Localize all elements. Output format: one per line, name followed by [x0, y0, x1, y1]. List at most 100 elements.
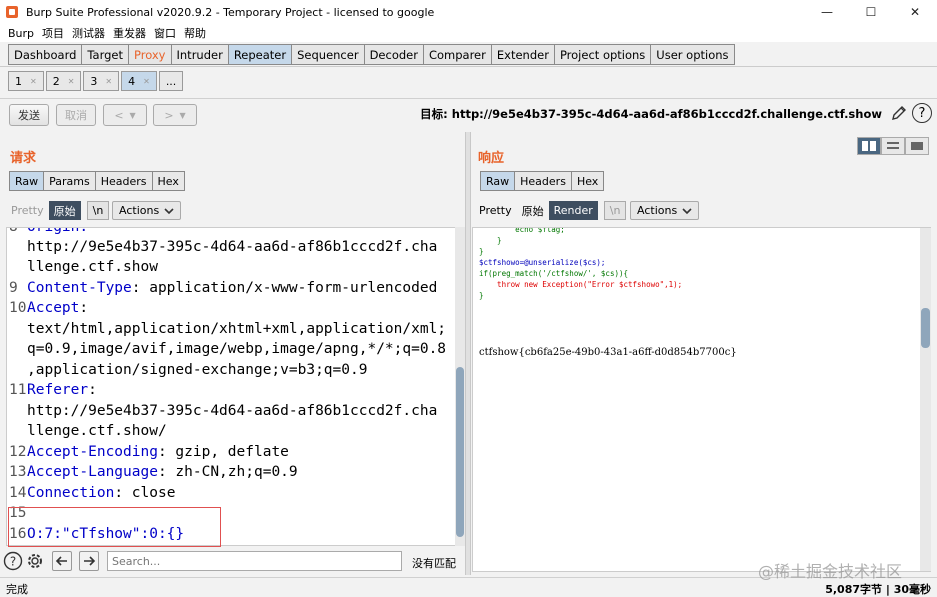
header-value: : zh-CN,zh;q=0.9 — [157, 464, 298, 480]
actions-label: Actions — [119, 204, 160, 217]
tab-extender[interactable]: Extender — [490, 44, 554, 65]
request-actions-dropdown[interactable]: Actions — [112, 201, 182, 220]
help-icon[interactable]: ? — [912, 103, 932, 123]
close-button[interactable]: ✕ — [893, 0, 937, 24]
scrollbar-thumb[interactable] — [456, 367, 464, 537]
tab-dashboard[interactable]: Dashboard — [8, 44, 82, 65]
menu-burp[interactable]: Burp — [8, 27, 34, 40]
request-editor[interactable]: 8 Origin: http://9e5e4b37-395c-4d64-aa6d-… — [6, 227, 456, 546]
request-scrollbar[interactable] — [455, 227, 465, 546]
repeater-tab-1[interactable]: 1 ✕ — [8, 71, 44, 91]
pretty-toggle[interactable]: Pretty — [6, 201, 49, 220]
close-tab-icon[interactable]: ✕ — [30, 77, 37, 86]
header-value: llenge.ctf.show — [27, 259, 158, 275]
edit-target-icon[interactable] — [890, 104, 908, 122]
repeater-tab-new[interactable]: ... — [158, 71, 184, 91]
forward-arrow-icon: > — [164, 108, 174, 122]
tabs-layout-icon[interactable] — [905, 137, 929, 155]
response-scrollbar[interactable] — [920, 228, 931, 571]
line-number: 13 — [9, 464, 27, 480]
response-tabs: Raw Headers Hex — [480, 171, 605, 191]
repeater-tab-4[interactable]: 4 ✕ — [121, 71, 157, 91]
menu-project[interactable]: 项目 — [42, 25, 64, 41]
line-number: 10 — [9, 300, 27, 316]
header-value: : close — [114, 485, 176, 501]
header-name: Origin: — [27, 227, 89, 235]
forward-button[interactable]: > ▼ — [153, 104, 197, 126]
request-line: q=0.9,image/avif,image/webp,image/apng,*… — [7, 339, 446, 360]
request-view-modes: Pretty 原始 \n — [6, 201, 110, 220]
response-render-view[interactable]: echo $flag; } } $ctfshowo=@unserialize($… — [472, 227, 931, 572]
top-bottom-layout-icon[interactable] — [881, 137, 905, 155]
request-line: 10Accept: — [7, 298, 88, 319]
scrollbar-thumb[interactable] — [921, 308, 930, 348]
previous-match-button[interactable] — [52, 551, 72, 571]
tab-intruder[interactable]: Intruder — [170, 44, 228, 65]
tab-user-options[interactable]: User options — [650, 44, 735, 65]
header-value: http://9e5e4b37-395c-4d64-aa6d-af86b1ccc… — [27, 239, 438, 255]
gear-icon[interactable] — [25, 551, 45, 571]
request-line: 11Referer: — [7, 380, 97, 401]
newline-toggle[interactable]: \n — [86, 201, 110, 220]
close-tab-icon[interactable]: ✕ — [143, 77, 150, 86]
search-input[interactable] — [107, 551, 402, 571]
highlight-box — [8, 507, 221, 547]
newline-toggle[interactable]: \n — [603, 201, 627, 220]
menu-help[interactable]: 帮助 — [184, 25, 206, 41]
raw-toggle[interactable]: 原始 — [48, 201, 81, 220]
back-button[interactable]: < ▼ — [103, 104, 147, 126]
tab-decoder[interactable]: Decoder — [363, 44, 423, 65]
side-by-side-layout-icon[interactable] — [857, 137, 881, 155]
repeater-tab-3[interactable]: 3 ✕ — [83, 71, 120, 91]
close-tab-icon[interactable]: ✕ — [68, 77, 75, 86]
tab-repeater[interactable]: Repeater — [227, 44, 292, 65]
close-tab-icon[interactable]: ✕ — [105, 77, 112, 86]
header-name: Accept — [27, 300, 80, 316]
menu-window[interactable]: 窗口 — [154, 25, 176, 41]
response-tab-raw[interactable]: Raw — [480, 171, 515, 191]
split-pane-divider[interactable] — [465, 132, 471, 575]
burp-logo-icon — [6, 6, 18, 18]
flag-output: ctfshow{cb6fa25e-49b0-43a1-a6ff-d0d854b7… — [479, 347, 737, 358]
tab-project-options[interactable]: Project options — [553, 44, 651, 65]
next-match-button[interactable] — [79, 551, 99, 571]
cancel-button[interactable]: 取消 — [56, 104, 96, 126]
svg-text:?: ? — [10, 555, 16, 569]
help-circle-icon[interactable]: ? — [3, 551, 23, 571]
code-line: if(preg_match('/ctfshow/', $cs)){ — [479, 269, 629, 278]
request-tab-params[interactable]: Params — [43, 171, 95, 191]
response-tab-hex[interactable]: Hex — [570, 171, 605, 191]
actions-label: Actions — [637, 204, 678, 217]
request-tab-headers[interactable]: Headers — [94, 171, 152, 191]
tab-sequencer[interactable]: Sequencer — [291, 44, 364, 65]
response-actions-dropdown[interactable]: Actions — [630, 201, 700, 220]
watermark: @稀土掘金技术社区 — [758, 562, 903, 581]
send-button[interactable]: 发送 — [9, 104, 49, 126]
repeater-tab-2[interactable]: 2 ✕ — [45, 71, 82, 91]
header-value: q=0.9,image/avif,image/webp,image/apng,*… — [27, 341, 447, 357]
maximize-button[interactable]: ☐ — [849, 0, 893, 24]
menu-repeater[interactable]: 重发器 — [113, 25, 146, 41]
line-number: 12 — [9, 444, 27, 460]
tab-comparer[interactable]: Comparer — [422, 44, 491, 65]
request-tabs: Raw Params Headers Hex — [9, 171, 185, 191]
header-value: ,application/signed-exchange;v=b3;q=0.9 — [27, 362, 368, 378]
tab-target[interactable]: Target — [81, 44, 128, 65]
header-value: text/html,application/xhtml+xml,applicat… — [27, 321, 447, 337]
header-name: Accept-Language — [27, 464, 158, 480]
menu-intruder[interactable]: 测试器 — [72, 25, 105, 41]
pretty-toggle[interactable]: Pretty — [474, 201, 517, 220]
request-tab-hex[interactable]: Hex — [151, 171, 185, 191]
render-toggle[interactable]: Render — [548, 201, 598, 220]
minimize-button[interactable]: — — [805, 0, 849, 24]
response-tab-headers[interactable]: Headers — [514, 171, 571, 191]
request-tab-raw[interactable]: Raw — [9, 171, 44, 191]
dropdown-icon: ▼ — [179, 110, 186, 120]
tab-proxy[interactable]: Proxy — [127, 44, 171, 65]
chevron-down-icon — [682, 207, 692, 214]
request-line: text/html,application/xhtml+xml,applicat… — [7, 319, 446, 340]
response-view-modes: Pretty 原始 Render \n — [474, 201, 627, 220]
target-label[interactable]: 目标: http://9e5e4b37-395c-4d64-aa6d-af86b… — [420, 106, 882, 122]
raw-toggle[interactable]: 原始 — [517, 201, 549, 220]
arrow-left-icon — [55, 556, 67, 566]
